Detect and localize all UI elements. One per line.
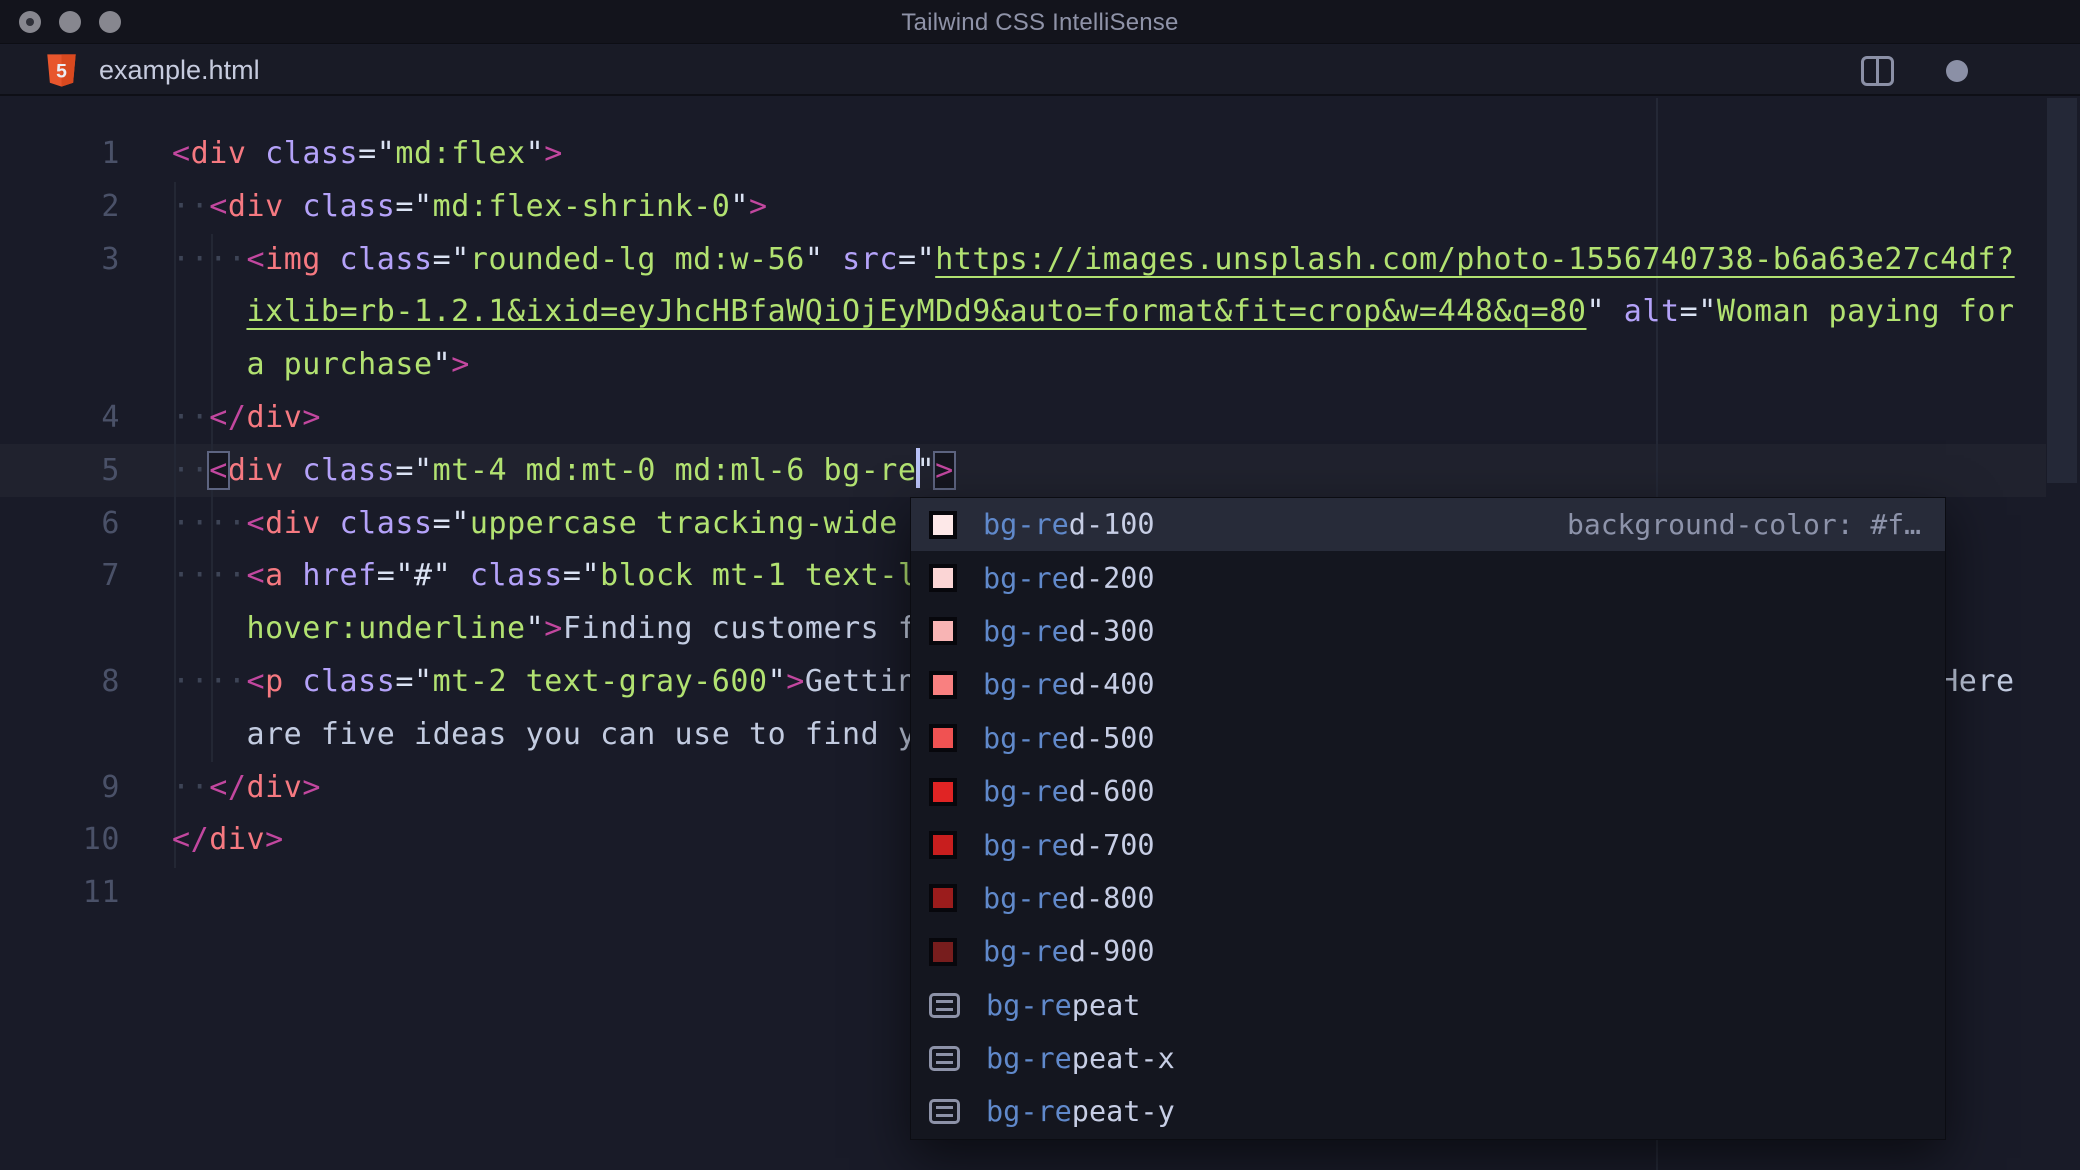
completion-item-bg-red-400[interactable]: bg-red-400 — [911, 658, 1945, 711]
completion-label: bg-red-100 — [983, 508, 1155, 542]
autocomplete-popup: bg-red-100 background-color: #f… bg-red-20… — [910, 497, 1946, 1140]
line-number: 6 — [101, 505, 120, 541]
line-number: 4 — [101, 399, 120, 435]
line-content: <div class="md:flex"> — [172, 136, 563, 171]
completion-item-bg-repeat-y[interactable]: bg-repeat-y — [911, 1085, 1945, 1138]
color-swatch-icon — [929, 670, 957, 699]
line-content — [120, 867, 172, 920]
completion-label: bg-repeat — [986, 988, 1141, 1022]
line-content: ixlib=rb-1.2.1&ixid=eyJhcHBfaWQiOjEyMDd9… — [246, 294, 2015, 330]
bracket-match-highlight: > — [933, 450, 956, 490]
completion-item-bg-red-500[interactable]: bg-red-500 — [911, 712, 1945, 765]
line-number: 7 — [101, 558, 120, 594]
code-line-1[interactable]: 1 <div class="md:flex"> — [0, 128, 2046, 181]
line-number — [0, 603, 120, 656]
color-swatch-icon — [929, 884, 957, 913]
completion-item-bg-red-100[interactable]: bg-red-100 background-color: #f… — [911, 498, 1945, 552]
completion-item-bg-red-300[interactable]: bg-red-300 — [911, 605, 1945, 658]
color-swatch-icon — [929, 510, 957, 539]
completion-item-bg-red-200[interactable]: bg-red-200 — [911, 551, 1945, 604]
unsaved-changes-dot-icon — [1946, 59, 1968, 82]
color-swatch-icon — [929, 564, 957, 593]
code-line-5[interactable]: 5 ··<div class="mt-4 md:mt-0 md:ml-6 bg-r… — [0, 445, 2046, 498]
line-content: ····<img class="rounded-lg md:w-56" src=… — [172, 241, 2015, 277]
completion-item-bg-red-700[interactable]: bg-red-700 — [911, 818, 1945, 871]
color-swatch-icon — [929, 831, 957, 860]
completion-item-bg-red-800[interactable]: bg-red-800 — [911, 872, 1945, 925]
completion-item-bg-repeat-x[interactable]: bg-repeat-x — [911, 1032, 1945, 1085]
line-number — [0, 339, 120, 392]
completion-label: bg-red-300 — [983, 614, 1155, 648]
line-content: ··</div> — [172, 769, 321, 805]
code-line-wrap-4[interactable]: a purchase"> — [0, 339, 2046, 392]
color-swatch-icon — [929, 617, 957, 646]
property-icon — [929, 992, 960, 1018]
completion-detail: background-color: #f… — [1566, 508, 1921, 542]
split-editor-icon[interactable] — [1861, 55, 1894, 86]
html5-file-icon: 5 — [47, 54, 76, 87]
bracket-match-highlight: < — [207, 450, 230, 490]
color-swatch-icon — [929, 777, 957, 806]
property-icon — [929, 1046, 960, 1072]
completion-item-bg-red-900[interactable]: bg-red-900 — [911, 925, 1945, 978]
code-line-2[interactable]: 2 ··<div class="md:flex-shrink-0"> — [0, 181, 2046, 234]
color-swatch-icon — [929, 724, 957, 753]
completion-label: bg-red-400 — [983, 668, 1155, 702]
svg-text:5: 5 — [56, 61, 67, 83]
completion-item-bg-repeat[interactable]: bg-repeat — [911, 979, 1945, 1032]
tab-example-html[interactable]: 5 example.html — [46, 45, 260, 96]
completion-label: bg-red-900 — [983, 935, 1155, 969]
line-number: 2 — [101, 188, 120, 224]
line-number: 5 — [101, 452, 120, 488]
completion-label: bg-red-800 — [983, 881, 1155, 915]
line-number: 8 — [101, 663, 120, 699]
scrollbar-thumb[interactable] — [2047, 98, 2077, 483]
tab-filename: example.html — [99, 55, 260, 85]
completion-label: bg-red-700 — [983, 828, 1155, 862]
line-number — [0, 286, 120, 339]
tab-bar: 5 example.html — [0, 45, 2080, 96]
completion-label: bg-red-500 — [983, 721, 1155, 755]
code-line-3[interactable]: 3 ····<img class="rounded-lg md:w-56" src… — [0, 234, 2046, 287]
completion-label: bg-red-200 — [983, 561, 1155, 595]
completion-label: bg-repeat-y — [986, 1095, 1175, 1129]
line-content: a purchase"> — [246, 347, 470, 383]
line-number: 10 — [82, 822, 120, 858]
code-line-4[interactable]: 4 ··</div> — [0, 392, 2046, 445]
color-swatch-icon — [929, 937, 957, 966]
completion-label: bg-repeat-x — [986, 1042, 1175, 1076]
line-number: 3 — [101, 241, 120, 277]
line-number: 9 — [101, 769, 120, 805]
title-bar: Tailwind CSS IntelliSense — [0, 0, 2080, 44]
line-number: 1 — [101, 136, 120, 171]
line-content: ··<div class="mt-4 md:mt-0 md:ml-6 bg-re… — [172, 447, 956, 490]
line-content: ··</div> — [172, 399, 321, 435]
property-icon — [929, 1099, 960, 1125]
line-content: </div> — [172, 822, 284, 858]
window-title: Tailwind CSS IntelliSense — [901, 9, 1179, 36]
completion-label: bg-red-600 — [983, 775, 1155, 809]
line-number — [0, 709, 120, 762]
code-line-wrap-3[interactable]: ixlib=rb-1.2.1&ixid=eyJhcHBfaWQiOjEyMDd9… — [0, 286, 2046, 339]
completion-item-bg-red-600[interactable]: bg-red-600 — [911, 765, 1945, 818]
line-number: 11 — [82, 875, 120, 911]
line-content: ··<div class="md:flex-shrink-0"> — [172, 188, 768, 224]
